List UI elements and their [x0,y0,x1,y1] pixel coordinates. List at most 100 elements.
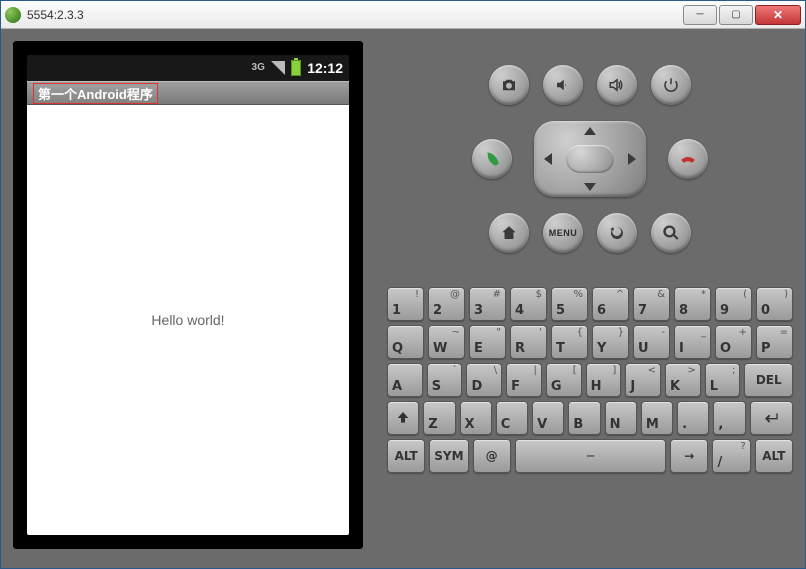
key-d[interactable]: D\ [466,363,502,397]
keyboard-row-1: 1!2@3#4$5%6^7&8*9(0) [387,287,793,321]
home-icon [500,224,518,242]
keyboard-row-5: ALTSYM@─→/?ALT [387,439,793,473]
key-6[interactable]: 6^ [592,287,629,321]
volume-up-button[interactable] [597,65,637,105]
hello-text: Hello world! [151,312,224,328]
menu-button[interactable]: MENU [543,213,583,253]
dpad-left-button[interactable] [544,153,552,165]
key-m[interactable]: M [641,401,673,435]
key-4[interactable]: 4$ [510,287,547,321]
key-space[interactable]: ─ [515,439,666,473]
key-r[interactable]: R' [510,325,547,359]
key-@[interactable]: @ [473,439,511,473]
shift-icon [395,410,411,426]
key-8[interactable]: 8* [674,287,711,321]
dpad-center-button[interactable] [566,145,614,173]
key-b[interactable]: B [568,401,600,435]
key-g[interactable]: G[ [546,363,582,397]
back-button[interactable] [597,213,637,253]
app-body: Hello world! [27,105,349,535]
call-start-icon [483,150,501,168]
key-q[interactable]: Q [387,325,424,359]
key-o[interactable]: O+ [715,325,752,359]
back-icon [608,224,626,242]
volume-up-icon [608,76,626,94]
enter-icon [763,410,779,426]
power-icon [662,76,680,94]
volume-down-button[interactable] [543,65,583,105]
key-9[interactable]: 9( [715,287,752,321]
volume-down-icon [554,76,572,94]
dpad-right-button[interactable] [628,153,636,165]
phone-bezel: 3G 12:12 第一个Android程序 Hello world! [13,41,363,549]
key-a[interactable]: A [387,363,423,397]
key-j[interactable]: J< [625,363,661,397]
android-statusbar: 3G 12:12 [27,55,349,81]
power-button[interactable] [651,65,691,105]
key-3[interactable]: 3# [469,287,506,321]
phone-screen[interactable]: 3G 12:12 第一个Android程序 Hello world! [27,55,349,535]
minimize-button[interactable]: ─ [683,5,717,25]
key-t[interactable]: T{ [551,325,588,359]
key-1[interactable]: 1! [387,287,424,321]
keyboard-row-2: QW~E"R'T{Y}U-I_O+P= [387,325,793,359]
dpad [534,121,646,197]
close-button[interactable]: ✕ [755,5,801,25]
camera-icon [500,76,518,94]
status-clock: 12:12 [307,60,343,76]
network-3g-icon: 3G [251,61,265,75]
key-5[interactable]: 5% [551,287,588,321]
key-.[interactable]: . [677,401,709,435]
key-/[interactable]: /? [712,439,750,473]
android-favicon-icon [5,7,21,23]
key-del[interactable]: DEL [744,363,793,397]
key-e[interactable]: E" [469,325,506,359]
key-n[interactable]: N [605,401,637,435]
key-shift[interactable] [387,401,419,435]
call-button[interactable] [472,139,512,179]
key-alt[interactable]: ALT [387,439,425,473]
key-enter[interactable] [750,401,793,435]
key-f[interactable]: F| [506,363,542,397]
key-y[interactable]: Y} [592,325,629,359]
key-right-arrow[interactable]: → [670,439,708,473]
phone-panel: 3G 12:12 第一个Android程序 Hello world! [13,41,375,556]
client-area: 3G 12:12 第一个Android程序 Hello world! [1,29,805,568]
battery-icon [291,60,301,76]
hardware-buttons: MENU [387,41,793,287]
key-,[interactable]: , [713,401,745,435]
maximize-button[interactable]: ▢ [719,5,753,25]
key-sym[interactable]: SYM [429,439,468,473]
key-z[interactable]: Z [423,401,455,435]
key-p[interactable]: P= [756,325,793,359]
window-title: 5554:2.3.3 [27,8,84,22]
key-2[interactable]: 2@ [428,287,465,321]
home-button[interactable] [489,213,529,253]
key-0[interactable]: 0) [756,287,793,321]
search-button[interactable] [651,213,691,253]
window-titlebar: 5554:2.3.3 ─ ▢ ✕ [1,1,805,29]
key-i[interactable]: I_ [674,325,711,359]
keyboard-row-3: AS`D\F|G[H]J<K>L;DEL [387,363,793,397]
key-w[interactable]: W~ [428,325,465,359]
camera-button[interactable] [489,65,529,105]
keyboard-row-4: ZXCVBNM., [387,401,793,435]
key-k[interactable]: K> [665,363,701,397]
key-7[interactable]: 7& [633,287,670,321]
key-alt[interactable]: ALT [755,439,793,473]
dpad-down-button[interactable] [584,183,596,191]
key-v[interactable]: V [532,401,564,435]
emulator-window: 5554:2.3.3 ─ ▢ ✕ 3G 12:12 第一个Android程序 [0,0,806,569]
app-titlebar: 第一个Android程序 [27,81,349,105]
key-h[interactable]: H] [586,363,622,397]
key-l[interactable]: L; [705,363,741,397]
key-u[interactable]: U- [633,325,670,359]
signal-icon [271,61,285,75]
key-s[interactable]: S` [427,363,463,397]
search-icon [662,224,680,242]
end-call-button[interactable] [668,139,708,179]
key-x[interactable]: X [460,401,492,435]
app-title: 第一个Android程序 [33,83,158,104]
dpad-up-button[interactable] [584,127,596,135]
key-c[interactable]: C [496,401,528,435]
